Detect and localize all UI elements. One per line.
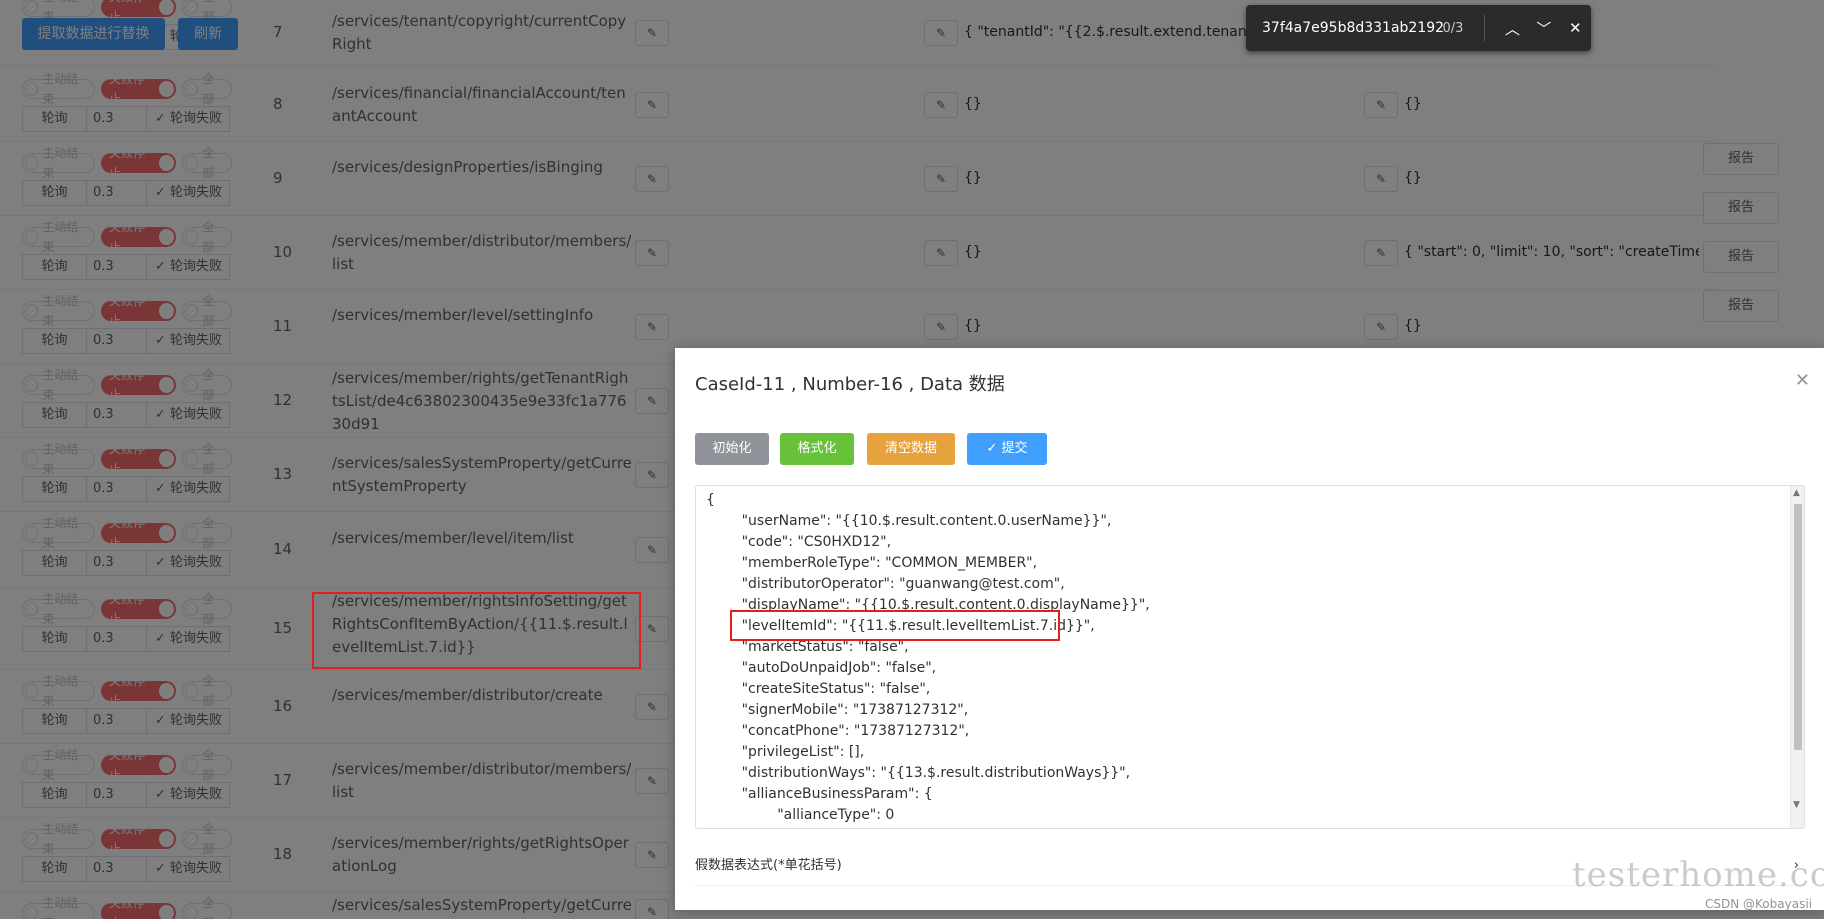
credit-text: CSDN @Kobayasii <box>1705 897 1812 911</box>
scroll-up-icon[interactable]: ▲ <box>1793 488 1800 498</box>
highlight-box-row15-path <box>312 592 641 669</box>
find-close-icon[interactable]: ✕ <box>1560 19 1591 37</box>
find-prev-icon[interactable]: ︿ <box>1497 18 1528 39</box>
find-query[interactable]: 37f4a7e95b8d331ab2192b1 <box>1246 20 1443 36</box>
format-button[interactable]: 格式化 <box>780 433 854 465</box>
editor-line: "memberRoleType": "COMMON_MEMBER", <box>706 555 1038 571</box>
editor-line: "signerMobile": "17387127312", <box>706 702 969 718</box>
watermark: testerhome.com <box>1572 855 1824 895</box>
highlight-box-levelitemid <box>730 610 1060 641</box>
editor-line: "userName": "{{10.$.result.content.0.use… <box>706 513 1112 529</box>
scroll-down-icon[interactable]: ▼ <box>1793 800 1800 810</box>
editor-line: "createSiteStatus": "false", <box>706 681 931 697</box>
data-dialog: CaseId-11 , Number-16 , Data 数据 ✕ 初始化 格式… <box>675 348 1824 910</box>
editor-line: { <box>706 492 715 508</box>
find-count: 0/3 <box>1442 20 1464 36</box>
find-bar: 37f4a7e95b8d331ab2192b1 0/3 ︿ ﹀ ✕ <box>1246 5 1591 51</box>
find-next-icon[interactable]: ﹀ <box>1528 18 1559 39</box>
submit-button[interactable]: ✓ 提交 <box>967 433 1047 465</box>
editor-line: "allianceType": 0 <box>706 807 895 823</box>
editor-scrollbar[interactable]: ▲ ▼ <box>1790 486 1804 828</box>
editor-line: "distributorOperator": "guanwang@test.co… <box>706 576 1065 592</box>
editor-line: "allianceBusinessParam": { <box>706 786 933 802</box>
scrollbar-thumb[interactable] <box>1794 504 1802 750</box>
editor-line: "code": "CS0HXD12", <box>706 534 892 550</box>
json-editor[interactable]: { "userName": "{{10.$.result.content.0.u… <box>695 485 1805 829</box>
init-button[interactable]: 初始化 <box>695 433 769 465</box>
fake-data-expression-label: 假数据表达式(*单花括号) <box>695 858 842 873</box>
close-icon[interactable]: ✕ <box>1795 370 1810 391</box>
editor-line: "privilegeList": [], <box>706 744 865 760</box>
editor-line: "concatPhone": "17387127312", <box>706 723 970 739</box>
editor-line: "distributionWays": "{{13.$.result.distr… <box>706 765 1131 781</box>
clear-data-button[interactable]: 清空数据 <box>867 433 955 465</box>
find-divider <box>1483 15 1485 41</box>
dialog-title: CaseId-11 , Number-16 , Data 数据 <box>695 374 1005 395</box>
editor-line: "autoDoUnpaidJob": "false", <box>706 660 937 676</box>
